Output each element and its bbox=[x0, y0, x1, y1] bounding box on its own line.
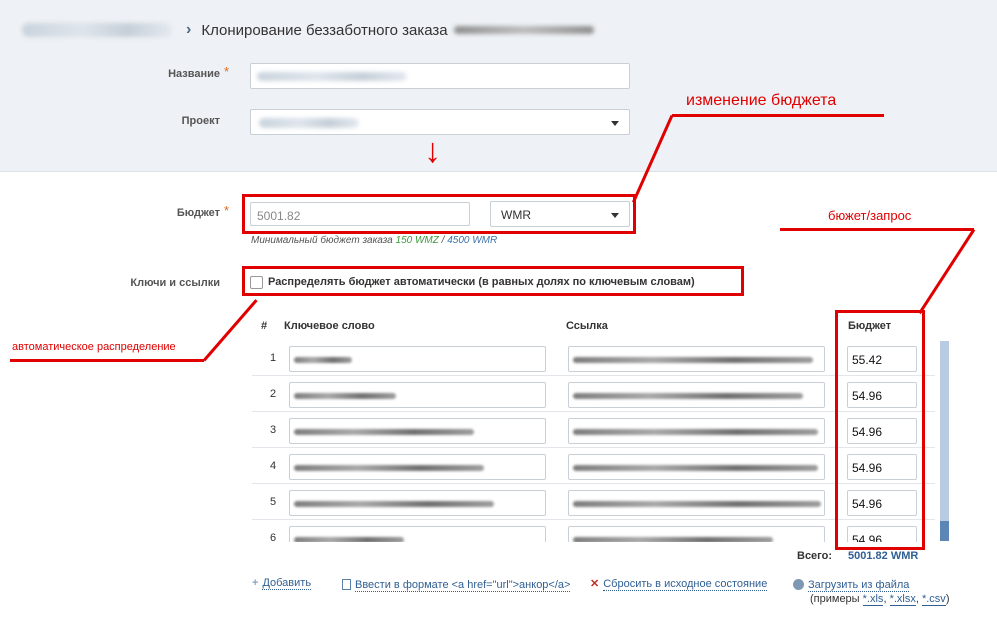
column-header-num: # bbox=[261, 320, 268, 332]
name-field[interactable] bbox=[250, 63, 630, 89]
min-budget-hint: Минимальный бюджет заказа 150 WMZ / 4500… bbox=[251, 235, 497, 246]
column-header-keyword: Ключевое слово bbox=[284, 320, 375, 332]
blurred-value bbox=[294, 465, 484, 471]
add-label: Добавить bbox=[262, 577, 312, 590]
blurred-value bbox=[573, 357, 813, 363]
link-input[interactable] bbox=[568, 454, 825, 480]
annotation-leader-line bbox=[918, 228, 976, 315]
table-row: 5 54.96 bbox=[252, 484, 935, 520]
blurred-value bbox=[573, 393, 803, 399]
blurred-value bbox=[573, 465, 818, 471]
annotation-underline bbox=[10, 359, 204, 362]
blurred-value bbox=[573, 501, 821, 507]
examples-comma: , bbox=[883, 593, 890, 605]
table-body: 1 55.42 2 54.96 3 54.96 4 54.96 5 54.96 … bbox=[0, 340, 940, 542]
breadcrumb-separator-icon: › bbox=[186, 21, 192, 38]
total-value: 5001.82 WMR bbox=[848, 550, 919, 562]
example-csv-link[interactable]: *.csv bbox=[921, 593, 946, 606]
hint-wmz: 150 WMZ bbox=[395, 235, 439, 246]
page-title-blurred bbox=[453, 26, 594, 34]
project-select-blurred-value bbox=[259, 118, 359, 128]
project-label: Проект bbox=[181, 115, 220, 127]
keyword-input[interactable] bbox=[289, 382, 546, 408]
auto-distribute-highlight-box bbox=[242, 266, 744, 296]
column-header-link: Ссылка bbox=[566, 320, 608, 332]
keyword-input[interactable] bbox=[289, 454, 546, 480]
row-number: 2 bbox=[270, 388, 277, 400]
example-xls-link[interactable]: *.xls bbox=[862, 593, 884, 606]
keyword-input[interactable] bbox=[289, 346, 546, 372]
blurred-value bbox=[294, 537, 404, 542]
link-input[interactable] bbox=[568, 346, 825, 372]
budget-per-query-annotation: бюжет/запрос bbox=[828, 208, 912, 223]
add-button[interactable]: + Добавить bbox=[252, 577, 312, 590]
hint-prefix: Минимальный бюджет заказа bbox=[251, 235, 393, 246]
budget-label: Бюджет bbox=[176, 207, 220, 219]
page: › Клонирование беззаботного заказа Назва… bbox=[0, 0, 997, 618]
keyword-input[interactable] bbox=[289, 418, 546, 444]
name-field-blurred-value bbox=[257, 72, 407, 81]
budget-change-annotation: изменение бюджета bbox=[686, 92, 837, 109]
blurred-value bbox=[573, 537, 773, 542]
reset-button[interactable]: ✕ Сбросить в исходное состояние bbox=[590, 577, 768, 591]
budget-column-highlight-box bbox=[835, 310, 925, 550]
annotation-underline bbox=[780, 228, 974, 231]
table-row: 2 54.96 bbox=[252, 376, 935, 412]
keyword-input[interactable] bbox=[289, 526, 546, 542]
link-input[interactable] bbox=[568, 418, 825, 444]
close-icon: ✕ bbox=[590, 578, 600, 590]
table-row: 1 55.42 bbox=[252, 340, 935, 376]
hint-slash: / bbox=[438, 235, 448, 246]
upload-icon bbox=[793, 579, 804, 590]
enter-format-label: Ввести в формате <a href="url">анкор</a> bbox=[355, 579, 571, 592]
table-scrollbar-thumb[interactable] bbox=[940, 521, 949, 541]
hint-wmr: 4500 WMR bbox=[447, 235, 498, 246]
upload-file-button[interactable]: Загрузить из файла bbox=[793, 577, 910, 592]
row-number: 3 bbox=[270, 424, 277, 436]
examples-suffix: ) bbox=[945, 593, 950, 605]
row-number: 5 bbox=[270, 496, 277, 508]
arrow-down-icon: ↓ bbox=[424, 132, 441, 170]
link-input[interactable] bbox=[568, 382, 825, 408]
upload-label: Загрузить из файла bbox=[808, 579, 910, 592]
annotation-underline bbox=[672, 114, 884, 117]
total-label: Всего: bbox=[797, 550, 832, 562]
auto-distribution-annotation: автоматическое распределение bbox=[12, 341, 176, 353]
budget-required-mark: * bbox=[224, 203, 230, 218]
blurred-value bbox=[573, 429, 818, 435]
breadcrumb-blurred-link[interactable] bbox=[22, 23, 172, 37]
document-icon bbox=[342, 579, 351, 590]
file-examples: (примеры *.xls, *.xlsx, *.csv) bbox=[810, 593, 950, 606]
name-required-mark: * bbox=[224, 64, 230, 79]
example-xlsx-link[interactable]: *.xlsx bbox=[889, 593, 916, 606]
enter-format-button[interactable]: Ввести в формате <a href="url">анкор</a> bbox=[342, 577, 571, 592]
row-number: 6 bbox=[270, 532, 277, 542]
reset-label: Сбросить в исходное состояние bbox=[603, 578, 768, 591]
examples-prefix: (примеры bbox=[810, 593, 863, 605]
table-scrollbar-track[interactable] bbox=[940, 341, 949, 541]
table-row: 6 54.96 bbox=[252, 520, 935, 542]
table-row: 4 54.96 bbox=[252, 448, 935, 484]
blurred-value bbox=[294, 429, 474, 435]
page-title: Клонирование беззаботного заказа bbox=[201, 21, 448, 39]
chevron-down-icon bbox=[611, 121, 619, 126]
blurred-value bbox=[294, 393, 396, 399]
row-number: 1 bbox=[270, 352, 277, 364]
budget-highlight-box bbox=[242, 194, 636, 234]
plus-icon: + bbox=[252, 577, 259, 589]
table-row: 3 54.96 bbox=[252, 412, 935, 448]
name-label: Название bbox=[168, 68, 220, 80]
blurred-value bbox=[294, 357, 352, 363]
link-input[interactable] bbox=[568, 490, 825, 516]
row-number: 4 bbox=[270, 460, 277, 472]
keyword-input[interactable] bbox=[289, 490, 546, 516]
keys-links-label: Ключи и ссылки bbox=[130, 277, 220, 289]
blurred-value bbox=[294, 501, 494, 507]
breadcrumb: › Клонирование беззаботного заказа bbox=[22, 18, 594, 42]
link-input[interactable] bbox=[568, 526, 825, 542]
